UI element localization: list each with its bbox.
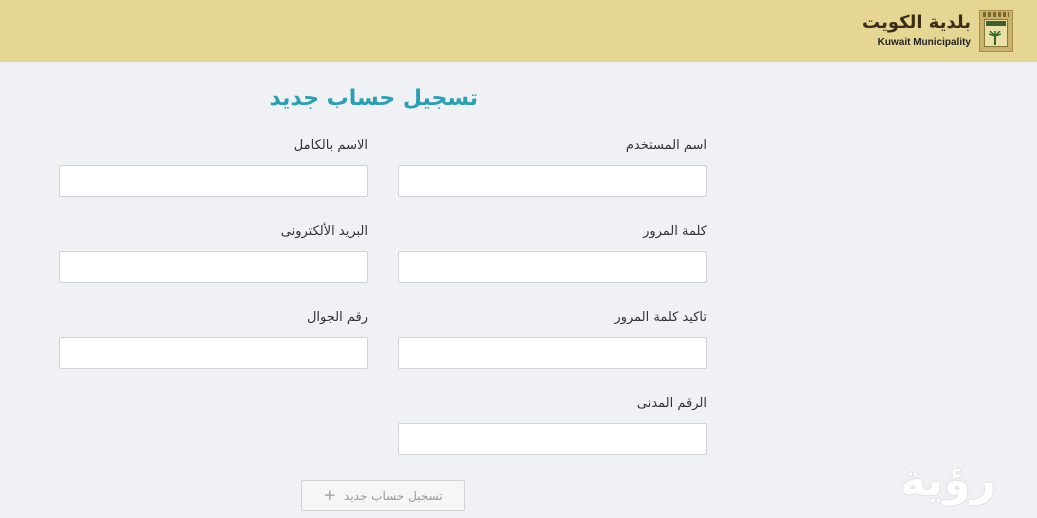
password-input[interactable] xyxy=(398,251,707,283)
full-name-label: الاسم بالكامل xyxy=(293,138,368,153)
password-label: كلمة المرور xyxy=(643,224,707,239)
full-name-input[interactable] xyxy=(59,165,368,197)
civil-id-label: الرقم المدنى xyxy=(636,396,707,411)
register-button[interactable]: تسجيل حساب جديد + xyxy=(301,480,465,511)
email-label: البريد الألكترونى xyxy=(280,224,368,239)
brand-name-arabic: بلدية الكويت xyxy=(862,12,971,33)
civil-id-input[interactable] xyxy=(398,423,707,455)
page-title: تسجيل حساب جديد xyxy=(269,86,478,111)
watermark: رؤية xyxy=(900,455,996,506)
mobile-label: رقم الجوال xyxy=(306,310,368,325)
brand-name-english: Kuwait Municipality xyxy=(877,37,971,48)
mobile-input[interactable] xyxy=(59,337,368,369)
register-button-label: تسجيل حساب جديد xyxy=(344,488,443,503)
confirm-password-input[interactable] xyxy=(398,337,707,369)
site-header: بلدية الكويت Kuwait Municipality xyxy=(0,0,1037,62)
confirm-password-label: تاكيد كلمة المرور xyxy=(614,310,707,325)
palm-tree-icon xyxy=(989,31,1001,45)
email-input[interactable] xyxy=(59,251,368,283)
plus-icon: + xyxy=(323,486,337,504)
username-input[interactable] xyxy=(398,165,707,197)
username-label: اسم المستخدم xyxy=(625,138,707,153)
municipality-logo-icon xyxy=(979,10,1013,52)
